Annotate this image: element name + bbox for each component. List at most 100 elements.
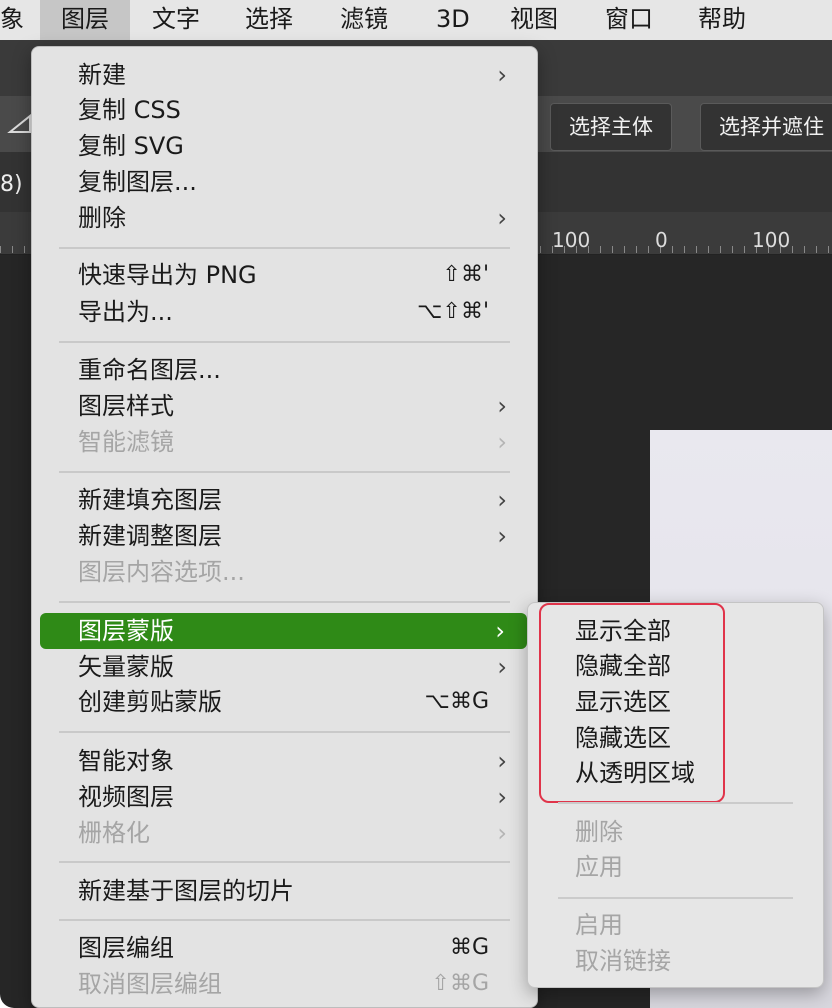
- menu-item-label: 智能对象: [78, 747, 174, 775]
- menu-item-label: 新建基于图层的切片: [78, 877, 294, 905]
- menubar-item-help[interactable]: 帮助: [698, 0, 746, 40]
- submenu-item-from-transparency[interactable]: 从透明区域: [575, 755, 695, 791]
- menu-separator: [59, 341, 510, 343]
- menubar-item-type[interactable]: 文字: [152, 0, 200, 40]
- menu-separator: [59, 919, 510, 921]
- menubar-item-select[interactable]: 选择: [245, 0, 293, 40]
- select-and-mask-label: 选择并遮住: [719, 115, 824, 139]
- chevron-right-icon: ›: [497, 204, 507, 232]
- document-tab[interactable]: 8): [0, 172, 23, 197]
- menu-item-label: 矢量蒙版: [78, 653, 174, 681]
- menubar-label: 图层: [61, 5, 109, 33]
- chevron-right-icon: ›: [497, 783, 507, 811]
- menubar-item-image[interactable]: 象: [0, 0, 30, 40]
- menu-item-label: 重命名图层...: [78, 356, 221, 384]
- select-and-mask-button[interactable]: 选择并遮住: [700, 103, 832, 151]
- menu-item-create-clipping-mask[interactable]: 创建剪贴蒙版 ⌥⌘G: [40, 684, 529, 720]
- chevron-right-icon: ›: [497, 819, 507, 847]
- menu-item-label: 创建剪贴蒙版: [78, 688, 222, 716]
- menu-item-duplicate-layer[interactable]: 复制图层...: [40, 164, 529, 200]
- ruler-label: 100: [552, 228, 591, 252]
- menubar-item-layer[interactable]: 图层: [40, 0, 130, 40]
- menu-item-label: 复制图层...: [78, 168, 197, 196]
- menu-item-label: 新建填充图层: [78, 486, 222, 514]
- menu-item-vector-mask[interactable]: 矢量蒙版 ›: [40, 649, 529, 685]
- menubar-label: 视图: [510, 5, 558, 33]
- submenu-item-hide-all[interactable]: 隐藏全部: [575, 648, 671, 684]
- submenu-separator: [558, 897, 793, 899]
- menu-item-layer-mask[interactable]: 图层蒙版 ›: [40, 613, 527, 649]
- menu-item-label: 栅格化: [78, 819, 150, 847]
- menubar-label: 3D: [436, 5, 470, 33]
- menu-item-new-fill-layer[interactable]: 新建填充图层 ›: [40, 482, 529, 518]
- menubar-item-view[interactable]: 视图: [510, 0, 558, 40]
- menu-item-layer-style[interactable]: 图层样式 ›: [40, 388, 529, 424]
- app-menubar: 象 图层 文字 选择 滤镜 3D 视图 窗口 帮助: [0, 0, 832, 40]
- chevron-right-icon: ›: [495, 617, 505, 645]
- shortcut-label: ⇧⌘': [442, 262, 489, 287]
- chevron-right-icon: ›: [497, 392, 507, 420]
- menu-item-group-layers[interactable]: 图层编组 ⌘G: [40, 930, 529, 966]
- triangle-tool-icon: [7, 113, 31, 133]
- menubar-item-3d[interactable]: 3D: [436, 0, 470, 40]
- menubar-label: 滤镜: [340, 5, 388, 33]
- chevron-right-icon: ›: [497, 61, 507, 89]
- ruler-label: 0: [655, 228, 668, 252]
- menu-item-label: 图层样式: [78, 392, 174, 420]
- shortcut-label: ⇧⌘G: [431, 971, 489, 996]
- chevron-right-icon: ›: [497, 428, 507, 456]
- menu-separator: [59, 861, 510, 863]
- submenu-item-delete: 删除: [575, 818, 623, 846]
- chevron-right-icon: ›: [497, 653, 507, 681]
- menu-separator: [59, 731, 510, 733]
- menu-item-rasterize: 栅格化 ›: [40, 815, 529, 851]
- submenu-item-apply: 应用: [575, 853, 623, 881]
- menu-item-label: 复制 SVG: [78, 132, 184, 160]
- menu-item-label: 复制 CSS: [78, 96, 181, 124]
- menu-item-quick-export-png[interactable]: 快速导出为 PNG ⇧⌘': [40, 257, 529, 293]
- menu-item-smart-objects[interactable]: 智能对象 ›: [40, 743, 529, 779]
- submenu-item-enable: 启用: [575, 911, 623, 939]
- menu-item-rename-layer[interactable]: 重命名图层...: [40, 352, 529, 388]
- menu-separator: [59, 471, 510, 473]
- menu-separator: [59, 601, 510, 603]
- menu-item-label: 图层内容选项...: [78, 558, 245, 586]
- select-subject-button[interactable]: 选择主体: [550, 103, 672, 151]
- menu-item-new-layer-based-slice[interactable]: 新建基于图层的切片: [40, 873, 529, 909]
- menu-item-label: 删除: [78, 204, 126, 232]
- menu-item-label: 图层蒙版: [78, 617, 174, 645]
- menu-item-layer-content-options: 图层内容选项...: [40, 554, 529, 590]
- submenu-item-hide-selection[interactable]: 隐藏选区: [575, 720, 671, 756]
- submenu-separator: [558, 802, 793, 804]
- chevron-right-icon: ›: [497, 486, 507, 514]
- shortcut-label: ⌥⇧⌘': [417, 299, 489, 324]
- menu-item-delete[interactable]: 删除 ›: [40, 200, 529, 236]
- menu-item-label: 导出为...: [78, 298, 173, 326]
- menu-item-label: 新建: [78, 61, 126, 89]
- menu-item-video-layers[interactable]: 视频图层 ›: [40, 779, 529, 815]
- menu-item-label: 智能滤镜: [78, 428, 174, 456]
- submenu-item-reveal-all[interactable]: 显示全部: [575, 613, 671, 649]
- layer-menu: 新建 › 复制 CSS 复制 SVG 复制图层... 删除 › 快速导出为 PNG ⇧…: [31, 46, 538, 1008]
- menu-item-label: 视频图层: [78, 783, 174, 811]
- menu-item-new[interactable]: 新建 ›: [40, 57, 529, 93]
- menu-item-label: 新建调整图层: [78, 522, 222, 550]
- submenu-item-reveal-selection[interactable]: 显示选区: [575, 684, 671, 720]
- menu-item-copy-svg[interactable]: 复制 SVG: [40, 128, 529, 164]
- menu-item-export-as[interactable]: 导出为... ⌥⇧⌘': [40, 294, 529, 330]
- menu-item-new-adjustment-layer[interactable]: 新建调整图层 ›: [40, 518, 529, 554]
- menu-separator: [59, 247, 510, 249]
- menu-item-smart-filter: 智能滤镜 ›: [40, 424, 529, 460]
- menubar-item-filter[interactable]: 滤镜: [340, 0, 388, 40]
- menubar-label: 文字: [152, 5, 200, 33]
- menubar-label: 选择: [245, 5, 293, 33]
- menu-item-label: 取消图层编组: [78, 970, 222, 998]
- ruler-label: 100: [752, 228, 791, 252]
- submenu-item-unlink: 取消链接: [575, 947, 671, 975]
- menu-item-copy-css[interactable]: 复制 CSS: [40, 92, 529, 128]
- shortcut-label: ⌥⌘G: [424, 689, 489, 714]
- menubar-label: 帮助: [698, 5, 746, 33]
- menubar-label: 窗口: [605, 5, 653, 33]
- menubar-item-window[interactable]: 窗口: [605, 0, 653, 40]
- menu-item-label: 快速导出为 PNG: [78, 261, 257, 289]
